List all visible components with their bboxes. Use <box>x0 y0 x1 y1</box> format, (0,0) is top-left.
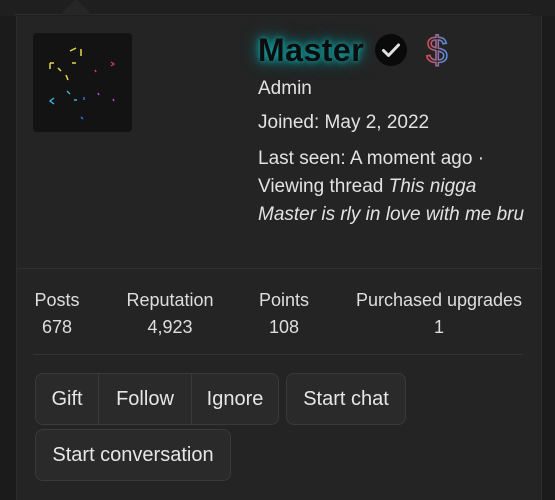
member-tooltip-card: Master $ Admin Joined: May 2, 2022 Last … <box>16 16 542 500</box>
stat-label: Purchased upgrades <box>355 290 523 310</box>
stat-label: Points <box>258 290 310 310</box>
stat-reputation[interactable]: Reputation 4,923 <box>122 290 218 338</box>
member-action-group: Gift Follow Ignore <box>35 373 279 425</box>
stat-value: 108 <box>268 317 300 337</box>
user-role: Admin <box>258 78 312 99</box>
tooltip-pointer <box>60 0 92 15</box>
joined-date: Joined: May 2, 2022 <box>258 112 430 133</box>
top-bar <box>0 0 555 16</box>
username-row: Master $ <box>258 28 452 73</box>
start-chat-button[interactable]: Start chat <box>286 373 406 425</box>
stat-value: 1 <box>433 317 444 337</box>
stat-label: Posts <box>34 290 80 310</box>
avatar-image <box>33 33 132 132</box>
last-seen-status: Last seen: A moment ago · Viewing thread… <box>258 145 528 229</box>
stat-posts[interactable]: Posts 678 <box>33 290 81 338</box>
ignore-button[interactable]: Ignore <box>191 373 279 425</box>
stat-label: Reputation <box>126 290 214 310</box>
avatar[interactable] <box>33 33 132 132</box>
stat-value: 4,923 <box>147 317 193 337</box>
stats-divider <box>33 354 523 355</box>
stat-purchased-upgrades[interactable]: Purchased upgrades 1 <box>353 290 525 338</box>
stat-value: 678 <box>41 317 73 337</box>
gift-button[interactable]: Gift <box>35 373 99 425</box>
start-conversation-button[interactable]: Start conversation <box>35 429 231 481</box>
dollar-sign-icon: $ <box>422 29 452 73</box>
verified-check-icon <box>374 33 408 67</box>
section-divider <box>17 268 541 269</box>
follow-button[interactable]: Follow <box>98 373 192 425</box>
svg-text:$: $ <box>427 30 448 70</box>
stat-points[interactable]: Points 108 <box>255 290 313 338</box>
username[interactable]: Master <box>258 32 364 69</box>
